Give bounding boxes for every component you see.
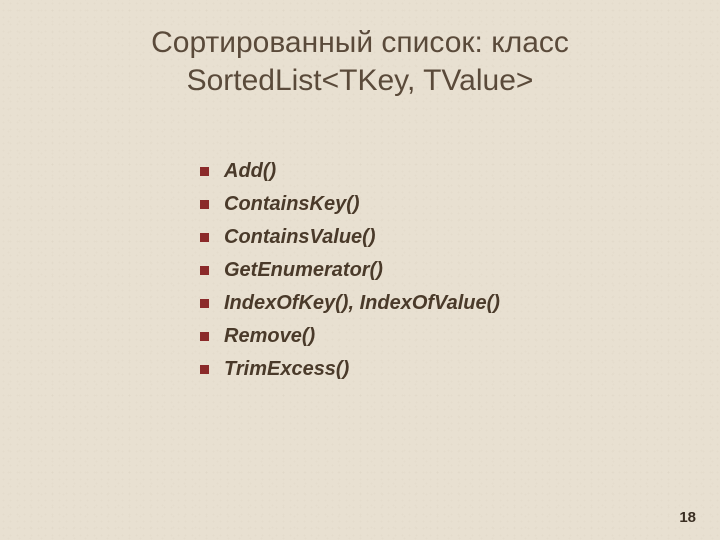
slide-content: Add() ContainsKey() ContainsValue() GetE…: [200, 155, 660, 386]
list-item-label: Add(): [224, 160, 276, 182]
list-item: ContainsValue(): [200, 221, 660, 254]
bullet-icon: [200, 233, 209, 242]
list-item: GetEnumerator(): [200, 254, 660, 287]
bullet-icon: [200, 332, 209, 341]
list-item: Remove(): [200, 320, 660, 353]
list-item-label: TrimExcess(): [224, 358, 349, 380]
bullet-icon: [200, 167, 209, 176]
list-item: ContainsKey(): [200, 188, 660, 221]
list-item-label: ContainsKey(): [224, 193, 360, 215]
list-item: TrimExcess(): [200, 353, 660, 386]
list-item: Add(): [200, 155, 660, 188]
bullet-icon: [200, 299, 209, 308]
list-item-label: Remove(): [224, 325, 315, 347]
list-item-label: GetEnumerator(): [224, 259, 383, 281]
slide-title: Сортированный список: класс SortedList<T…: [0, 24, 720, 99]
list-item: IndexOfKey(), IndexOfValue(): [200, 287, 660, 320]
bullet-icon: [200, 266, 209, 275]
list-item-label: ContainsValue(): [224, 226, 376, 248]
bullet-icon: [200, 200, 209, 209]
bullet-icon: [200, 365, 209, 374]
page-number: 18: [679, 509, 696, 526]
method-list: Add() ContainsKey() ContainsValue() GetE…: [200, 155, 660, 386]
slide: Сортированный список: класс SortedList<T…: [0, 0, 720, 540]
list-item-label: IndexOfKey(), IndexOfValue(): [224, 292, 500, 314]
